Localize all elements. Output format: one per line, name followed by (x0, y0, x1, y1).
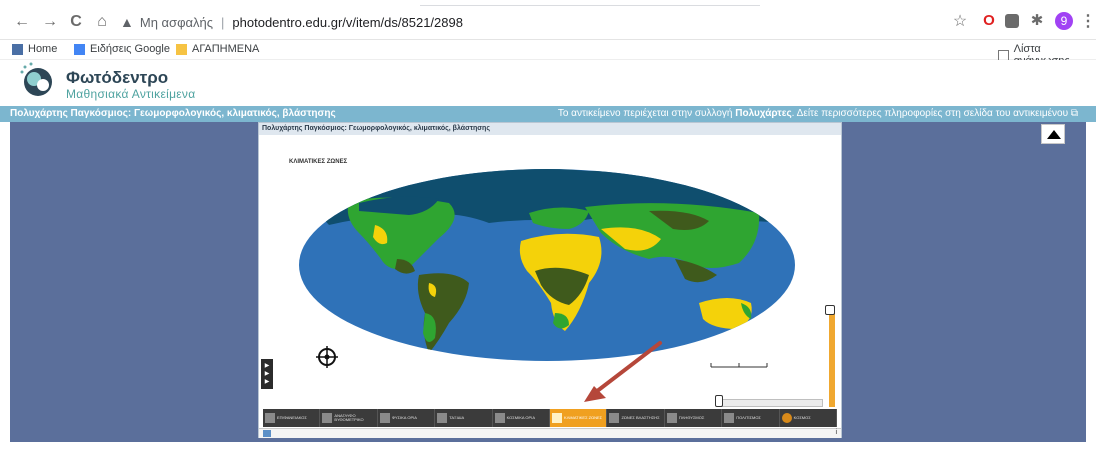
external-link-icon[interactable]: ⧉ (1071, 108, 1078, 119)
culture-icon (724, 413, 735, 423)
bookmark-home[interactable]: Home (12, 43, 57, 55)
layer-label: ΚΟΣΜΟΣ (793, 415, 811, 420)
layer-label: ΑΝΑΓΛΥΦΟ ΒΥΘΟΜΕΤΡΙΚΟ (334, 413, 364, 422)
layer-surface[interactable]: ΕΠΙΦΑΝΕΙΑΚΟΣ (263, 409, 321, 427)
extension-icon[interactable] (1005, 14, 1019, 28)
info-bar: Πολυχάρτης Παγκόσμιος: Γεωμορφολογικός, … (0, 106, 1096, 122)
collection-info: Το αντικείμενο περιέχεται στην συλλογή Π… (558, 108, 1078, 119)
zoom-handle[interactable] (825, 305, 835, 315)
address-separator: | (221, 14, 225, 30)
surface-layer-icon (265, 413, 275, 423)
layer-label: ΖΩΝΕΣ ΒΛΑΣΤΗΣΗΣ (621, 415, 660, 420)
viewer-statusbar: i (259, 428, 841, 438)
google-news-icon (74, 43, 85, 55)
collection-suffix[interactable]: . Δείτε περισσότερες πληροφορίες στη σελ… (792, 108, 1068, 119)
collection-link[interactable]: Πολυχάρτες (735, 108, 791, 119)
bookmarks-bar: Home Ειδήσεις Google ΑΓΑΠΗΜΕΝΑ Λίστα ανά… (0, 40, 1096, 67)
scroll-top-button[interactable] (1041, 124, 1065, 144)
layer-world-borders[interactable]: ΚΟΣΜΙΚΑ ΟΡΙΑ (493, 409, 551, 427)
forward-icon[interactable]: → (40, 12, 60, 32)
population-icon (666, 413, 677, 423)
reload-icon[interactable]: C (66, 12, 86, 32)
layer-label: ΚΟΣΜΙΚΑ ΟΡΙΑ (506, 415, 535, 420)
address-bar[interactable]: ▲ Μη ασφαλής | photodentro.edu.gr/v/item… (120, 10, 900, 34)
home-bookmark-icon (12, 43, 23, 55)
url-text[interactable]: photodentro.edu.gr/v/item/ds/8521/2898 (232, 15, 463, 30)
opacity-handle[interactable] (715, 395, 723, 407)
relief-layer-icon (322, 413, 333, 423)
layer-population[interactable]: ΠΛΗΘΥΣΜΟΣ (665, 409, 723, 427)
climate-map[interactable] (289, 163, 809, 363)
bookmark-label: Home (28, 43, 58, 55)
opacity-slider[interactable] (721, 399, 823, 407)
warning-icon: ▲ (120, 14, 134, 30)
reading-list-icon (998, 49, 1009, 61)
opera-icon[interactable]: O (980, 12, 998, 30)
world-borders-icon (494, 413, 505, 423)
vegetation-zones-icon (609, 413, 620, 423)
layer-label: ΠΛΗΘΥΣΜΟΣ (678, 415, 705, 420)
physical-borders-icon (379, 413, 390, 423)
compass-icon (316, 346, 338, 368)
zoom-slider[interactable] (825, 305, 837, 409)
fullscreen-icon[interactable] (263, 430, 271, 437)
photodentro-logo-icon[interactable] (18, 62, 62, 102)
climate-zones-icon (552, 413, 563, 423)
scale-bar (710, 363, 768, 368)
profile-avatar[interactable]: 9 (1055, 12, 1073, 30)
star-icon[interactable]: ☆ (950, 12, 970, 32)
zoom-track[interactable] (829, 313, 835, 407)
layer-travels[interactable]: ΤΑΞΙΔΙΑ (435, 409, 493, 427)
layer-culture[interactable]: ΠΟΛΙΤΙΣΜΟΣ (722, 409, 780, 427)
travels-layer-icon (437, 413, 448, 423)
layer-world[interactable]: ΚΟΣΜΟΣ (780, 409, 838, 427)
menu-icon[interactable]: ⋮ (1080, 12, 1096, 32)
site-title[interactable]: Φωτόδεντρο (66, 68, 168, 88)
side-panel-toggle[interactable]: ▶ ▶ ▶ (261, 359, 273, 389)
layer-vegetation-zones[interactable]: ΖΩΝΕΣ ΒΛΑΣΤΗΣΗΣ (607, 409, 665, 427)
layer-label: ΠΟΛΙΤΙΣΜΟΣ (736, 415, 761, 420)
layer-label: ΤΑΞΙΔΙΑ (449, 415, 465, 420)
bookmark-google-news[interactable]: Ειδήσεις Google (74, 43, 170, 55)
folder-icon (176, 43, 187, 55)
tab-strip (420, 0, 760, 6)
layer-physical-borders[interactable]: ΦΥΣΙΚΑ ΟΡΙΑ (378, 409, 436, 427)
item-title: Πολυχάρτης Παγκόσμιος: Γεωμορφολογικός, … (10, 108, 336, 119)
puzzle-icon[interactable]: ✱ (1028, 12, 1046, 30)
bookmark-label: ΑΓΑΠΗΜΕΝΑ (192, 43, 260, 55)
globe-icon (781, 413, 792, 423)
collection-prefix: Το αντικείμενο περιέχεται στην συλλογή (557, 108, 736, 119)
layer-toolbar: ΕΠΙΦΑΝΕΙΑΚΟΣ ΑΝΑΓΛΥΦΟ ΒΥΘΟΜΕΤΡΙΚΟ ΦΥΣΙΚΑ… (263, 409, 838, 427)
back-icon[interactable]: ← (12, 12, 32, 32)
site-header: Φωτόδεντρο Μαθησιακά Αντικείμενα (0, 60, 1096, 106)
site-subtitle: Μαθησιακά Αντικείμενα (66, 87, 196, 101)
bookmark-favorites[interactable]: ΑΓΑΠΗΜΕΝΑ (176, 43, 259, 55)
home-icon[interactable]: ⌂ (92, 12, 112, 32)
layer-label: ΚΛΙΜΑΤΙΚΕΣ ΖΩΝΕΣ (564, 415, 603, 420)
bookmark-label: Ειδήσεις Google (90, 43, 170, 55)
browser-toolbar: ← → C ⌂ ▲ Μη ασφαλής | photodentro.edu.g… (0, 0, 1096, 40)
layer-climate-zones[interactable]: ΚΛΙΜΑΤΙΚΕΣ ΖΩΝΕΣ (550, 409, 608, 427)
insecure-label: Μη ασφαλής (139, 14, 214, 30)
layer-relief[interactable]: ΑΝΑΓΛΥΦΟ ΒΥΘΟΜΕΤΡΙΚΟ (320, 409, 378, 427)
map-viewer: Πολυχάρτης Παγκόσμιος: Γεωμορφολογικός, … (258, 122, 842, 438)
info-icon[interactable]: i (835, 429, 837, 436)
layer-label: ΕΠΙΦΑΝΕΙΑΚΟΣ (277, 415, 307, 420)
viewer-title: Πολυχάρτης Παγκόσμιος: Γεωμορφολογικός, … (259, 123, 841, 135)
layer-label: ΦΥΣΙΚΑ ΟΡΙΑ (391, 415, 417, 420)
